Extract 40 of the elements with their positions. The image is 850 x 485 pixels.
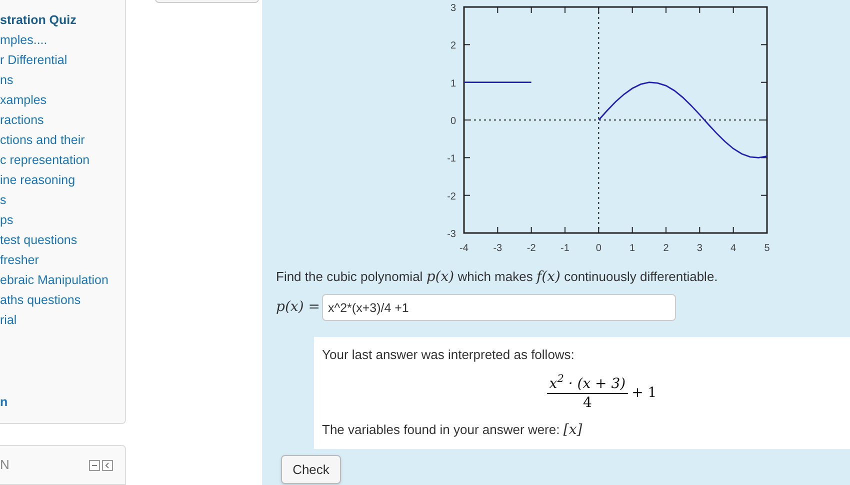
sidebar-link[interactable]: aths questions [0,290,118,310]
x-tick-label: 1 [630,243,636,254]
answer-field[interactable]: x^2*(x+3)/4 +1 [322,294,676,321]
sidebar-link[interactable]: stration Quiz [0,10,118,30]
sidebar-link[interactable]: fresher [0,250,118,270]
sidebar-link[interactable]: ebraic Manipulation [0,270,118,290]
sidebar-link[interactable]: test questions [0,230,118,250]
variables-text: The variables found in your answer were: [x] [322,420,584,440]
y-tick-label: -1 [447,154,456,165]
y-tick-label: 2 [450,40,456,52]
x-tick-label: 5 [764,243,770,254]
x-tick-label: 0 [596,243,602,254]
sidebar-link[interactable]: mples.... [0,30,118,50]
sidebar-link[interactable]: n [0,392,8,412]
y-tick-label: 0 [450,116,456,127]
question-text: Find the cubic polynomial p(x) which makes f(x) continuously differentiable. [276,268,719,286]
y-tick-label: -3 [447,229,456,240]
x-tick-label: 2 [663,243,669,254]
x-tick-label: -3 [493,243,502,254]
check-button[interactable]: Check [281,455,341,484]
feedback-text: Your last answer was interpreted as follows: [322,346,576,364]
collapse-icon[interactable] [89,460,100,471]
y-tick-label: 3 [450,3,456,14]
answer-label: p(x) = [276,298,320,317]
block-title: N [0,456,10,474]
fraction-numerator: x$^{2}$ · (x + 3) [548,374,627,392]
x-tick-label: -1 [560,243,570,254]
x-tick-label: -4 [460,243,468,254]
dock-icon[interactable] [102,460,113,471]
y-tick-label: 1 [450,78,456,90]
sidebar-link[interactable]: xamples [0,90,118,110]
sidebar-link[interactable]: ps [0,210,118,230]
formula-term: + 1 [632,384,657,402]
x-tick-label: 4 [730,243,736,254]
fraction-denominator: 4 [582,394,592,412]
y-tick-label: -2 [447,191,456,202]
x-tick-label: 3 [696,243,702,254]
sidebar-link[interactable]: ractions [0,110,118,130]
sidebar-link[interactable]: rial [0,310,118,330]
x-tick-label: -2 [526,243,536,254]
